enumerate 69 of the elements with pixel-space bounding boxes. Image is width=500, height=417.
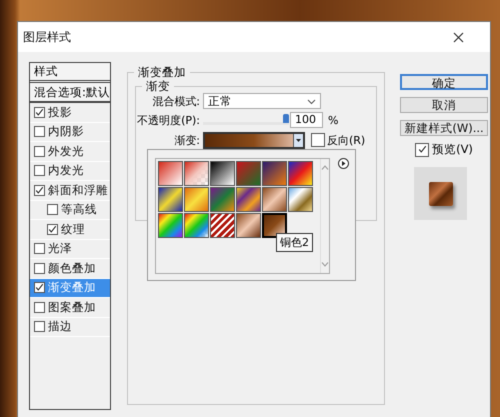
field-label: 渐变: <box>173 132 200 148</box>
close-icon[interactable] <box>453 32 464 42</box>
dialog-button[interactable]: 取消 <box>400 97 488 113</box>
checkbox[interactable] <box>34 302 45 313</box>
gradient-swatch[interactable] <box>262 161 287 186</box>
tooltip: 铜色2 <box>276 233 313 252</box>
gradient-swatch[interactable] <box>210 213 235 238</box>
checkbox[interactable] <box>34 321 45 332</box>
checkbox[interactable] <box>34 126 45 138</box>
window-title: 图层样式 <box>23 28 71 46</box>
gradient-swatch[interactable] <box>288 161 313 186</box>
slider-thumb[interactable] <box>283 114 289 123</box>
dialog-button[interactable]: 确定 <box>400 74 488 90</box>
caret-icon <box>296 138 301 142</box>
gradient-picker[interactable] <box>203 132 305 148</box>
checkbox[interactable] <box>34 184 45 196</box>
chevron-down-icon <box>307 99 316 105</box>
gradient-swatch[interactable] <box>158 213 183 238</box>
gradient-swatch[interactable] <box>210 187 235 212</box>
style-item[interactable]: 投影 <box>30 103 110 122</box>
checkmark-icon <box>35 283 44 292</box>
unit-label: % <box>328 114 338 126</box>
style-item[interactable]: 光泽 <box>30 240 110 259</box>
checkbox[interactable] <box>34 282 45 294</box>
dialog-button[interactable]: 新建样式(W)... <box>400 120 488 136</box>
group-title: 渐变 <box>145 79 171 94</box>
checkbox[interactable] <box>415 142 430 156</box>
gradient-swatch[interactable] <box>210 161 235 186</box>
gradient-swatch[interactable] <box>184 213 209 238</box>
checkbox[interactable] <box>47 224 58 235</box>
style-preview-swatch <box>428 182 452 206</box>
style-item[interactable]: 纹理 <box>30 220 110 240</box>
checkbox[interactable] <box>34 165 45 176</box>
checkbox[interactable] <box>34 262 45 274</box>
style-item[interactable]: 内阴影 <box>30 122 110 142</box>
gradient-swatch[interactable] <box>158 187 183 212</box>
style-item[interactable]: 内发光 <box>30 162 110 181</box>
gradient-swatch[interactable] <box>288 187 313 212</box>
gradient-swatch[interactable] <box>184 187 209 212</box>
blend-mode-dropdown[interactable]: 正常 <box>203 93 321 109</box>
gradient-swatch[interactable] <box>262 187 287 212</box>
style-item[interactable]: 描边 <box>30 318 110 337</box>
gradient-swatch[interactable] <box>236 187 261 212</box>
checkbox[interactable] <box>311 133 325 147</box>
field-label: 不透明度(P): <box>136 112 200 128</box>
checkmark-icon <box>35 108 44 117</box>
style-item[interactable]: 等高线 <box>30 200 110 220</box>
checkbox[interactable] <box>34 243 45 254</box>
checkbox-label: 反向(R) <box>327 132 366 148</box>
style-item[interactable]: 图案叠加 <box>30 298 110 318</box>
blending-options-item[interactable]: 混合选项:默认 <box>30 83 110 103</box>
checkbox[interactable] <box>34 106 45 118</box>
gradient-swatch[interactable] <box>236 161 261 186</box>
checkmark-icon <box>418 145 427 154</box>
field-label: 混合模式: <box>151 94 200 108</box>
style-item[interactable]: 外发光 <box>30 142 110 162</box>
checkbox-label: 预览(V) <box>432 142 473 157</box>
group-title: 渐变叠加 <box>137 65 187 80</box>
style-item[interactable]: 斜面和浮雕 <box>30 181 110 200</box>
checkmark-icon <box>35 186 44 195</box>
list-header: 样式 <box>30 63 110 83</box>
gradient-swatch[interactable] <box>262 213 287 238</box>
gradient-swatch[interactable] <box>184 161 209 186</box>
checkbox[interactable] <box>34 146 45 157</box>
gradient-swatch[interactable] <box>158 161 183 186</box>
checkbox[interactable] <box>47 204 58 216</box>
checkmark-icon <box>48 224 57 234</box>
gradient-swatch[interactable] <box>236 213 261 238</box>
opacity-field[interactable]: 100 <box>290 112 323 128</box>
